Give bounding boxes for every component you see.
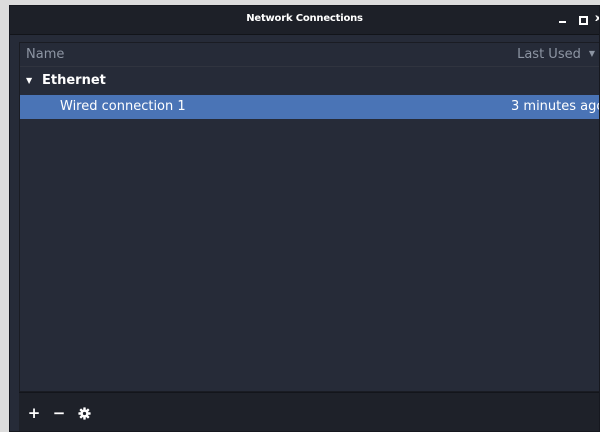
connections-list[interactable]: Name Last Used ▼ ▼ Ethernet Wired connect…: [19, 42, 600, 392]
connection-row[interactable]: Wired connection 1 3 minutes ago: [20, 95, 600, 119]
network-connections-window: Network Connections x Name Last Used ▼ ▼ …: [9, 5, 600, 432]
group-label: Ethernet: [42, 73, 106, 88]
gear-icon: [77, 406, 91, 420]
close-button[interactable]: x: [595, 12, 599, 26]
bottom-toolbar: + −: [19, 392, 599, 431]
title-bar[interactable]: Network Connections x: [10, 6, 599, 35]
sort-descending-icon: ▼: [588, 49, 595, 58]
column-header-last-used[interactable]: Last Used ▼: [517, 47, 595, 62]
remove-connection-button[interactable]: −: [47, 402, 71, 424]
column-header-last-used-label: Last Used: [517, 47, 581, 62]
column-header-name[interactable]: Name: [26, 47, 64, 62]
minimize-button[interactable]: [556, 12, 570, 26]
expander-down-icon[interactable]: ▼: [26, 76, 32, 85]
minus-icon: −: [52, 404, 66, 422]
connection-last-used: 3 minutes ago: [511, 99, 600, 114]
group-row-ethernet[interactable]: ▼ Ethernet: [20, 70, 599, 92]
window-title: Network Connections: [246, 13, 363, 24]
maximize-button[interactable]: [576, 12, 590, 26]
add-connection-button[interactable]: +: [22, 402, 46, 424]
connection-name: Wired connection 1: [60, 99, 186, 114]
column-header-row: Name Last Used ▼: [20, 43, 599, 67]
plus-icon: +: [27, 404, 41, 422]
edit-connection-button[interactable]: [72, 402, 96, 424]
